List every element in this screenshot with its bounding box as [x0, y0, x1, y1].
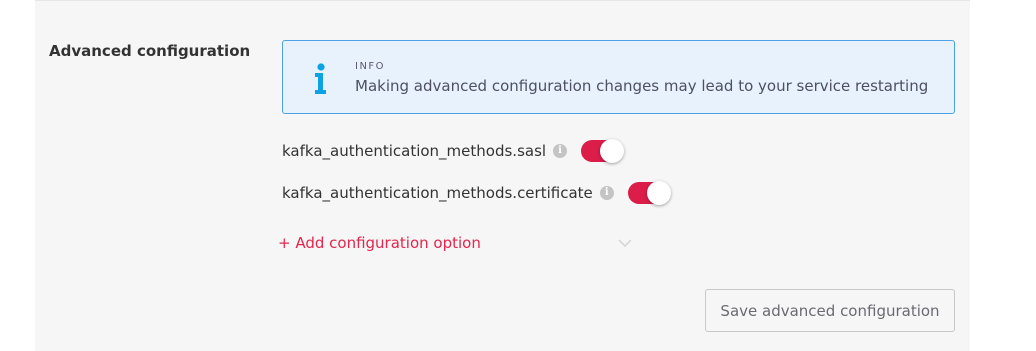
toggle-knob — [646, 181, 671, 205]
sasl-toggle[interactable] — [581, 139, 625, 163]
option-label: kafka_authentication_methods.certificate — [282, 184, 593, 202]
add-configuration-option-link[interactable]: + Add configuration option — [278, 234, 481, 252]
section-title: Advanced configuration — [49, 42, 251, 60]
option-label: kafka_authentication_methods.sasl — [282, 142, 547, 160]
option-row-sasl: kafka_authentication_methods.sasl i — [282, 138, 625, 164]
certificate-toggle[interactable] — [627, 181, 671, 205]
info-banner: INFO Making advanced configuration chang… — [282, 40, 955, 114]
help-icon[interactable]: i — [599, 186, 614, 200]
help-icon[interactable]: i — [553, 144, 568, 158]
chevron-down-icon[interactable] — [618, 238, 632, 248]
info-message: Making advanced configuration changes ma… — [355, 77, 929, 95]
info-label: INFO — [355, 61, 386, 72]
option-row-certificate: kafka_authentication_methods.certificate… — [282, 180, 671, 206]
info-icon — [315, 63, 326, 94]
toggle-knob — [600, 139, 625, 163]
save-advanced-configuration-button[interactable]: Save advanced configuration — [705, 289, 955, 332]
